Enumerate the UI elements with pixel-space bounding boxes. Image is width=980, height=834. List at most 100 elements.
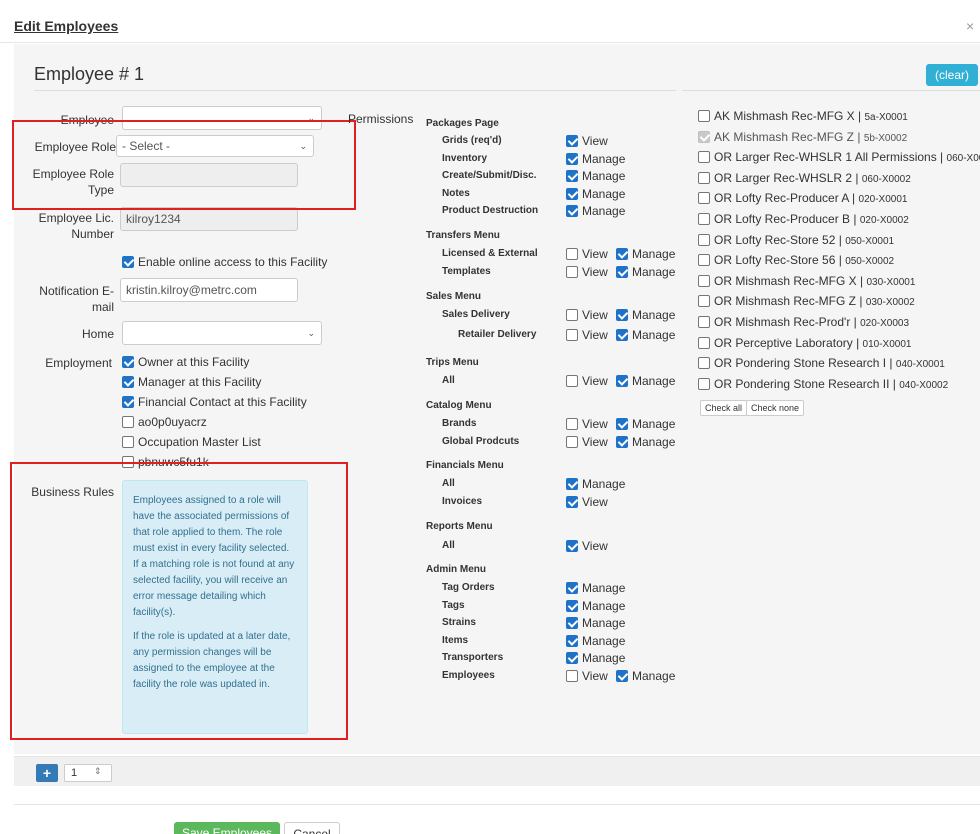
view-checkbox[interactable] [566,496,578,508]
employee-lic-label: Employee Lic. Number [38,211,114,241]
permission-item-label: Brands [442,418,477,429]
manage-checkbox[interactable] [616,248,628,260]
facility-name: OR Mishmash Rec-MFG X | [714,274,864,288]
manage-checkbox[interactable] [566,617,578,629]
highlight-box [12,120,356,210]
facility-checkbox[interactable] [698,337,710,349]
permission-item-label: Product Destruction [442,205,539,216]
manage-checkbox[interactable] [566,205,578,217]
view-checkbox[interactable] [566,418,578,430]
facility-checkbox[interactable] [698,378,710,390]
facility-checkbox[interactable] [698,213,710,225]
manage-checkbox[interactable] [616,670,628,682]
divider [34,90,676,91]
employment-option-label: Manager at this Facility [138,375,262,389]
manage-label: Manage [582,477,626,491]
view-checkbox[interactable] [566,670,578,682]
manage-label: Manage [632,417,676,431]
view-checkbox[interactable] [566,309,578,321]
facility-code: 5a-X0001 [864,112,908,123]
manage-checkbox[interactable] [566,478,578,490]
cancel-button[interactable]: Cancel [284,822,340,834]
manage-checkbox[interactable] [616,418,628,430]
view-checkbox[interactable] [566,436,578,448]
facility-checkbox[interactable] [698,110,710,122]
facility-checkbox[interactable] [698,172,710,184]
facility-checkbox [698,131,710,143]
facility-checkbox[interactable] [698,151,710,163]
facility-checkbox[interactable] [698,295,710,307]
view-label: View [582,247,608,261]
check-all-button[interactable]: Check all [700,400,748,416]
employment-option-label: Owner at this Facility [138,355,250,369]
permission-item-label: Retailer Delivery [458,329,537,340]
facility-label: OR Pondering Stone Research I | 040-X000… [714,356,945,372]
facility-checkbox[interactable] [698,254,710,266]
home-select[interactable]: ⌄ [122,321,322,345]
add-employee-button[interactable]: + [36,764,58,782]
manage-checkbox[interactable] [566,188,578,200]
clear-button[interactable]: (clear) [926,64,978,86]
stepper-icon[interactable]: ⇕ [94,766,102,777]
employee-count-input[interactable]: 1 [64,764,112,782]
facility-code: 040-X0002 [899,380,949,391]
view-checkbox[interactable] [566,135,578,147]
manage-checkbox[interactable] [616,375,628,387]
notification-email-input[interactable]: kristin.kilroy@metrc.com [120,278,298,302]
view-checkbox[interactable] [566,375,578,387]
facility-name: AK Mishmash Rec-MFG Z | [714,130,861,144]
employee-count-value: 1 [71,767,78,779]
view-checkbox[interactable] [566,248,578,260]
facility-name: OR Mishmash Rec-Prod'r | [714,315,857,329]
facility-checkbox[interactable] [698,357,710,369]
employment-option-label: ao0p0uyacrz [138,415,207,429]
view-checkbox[interactable] [566,540,578,552]
check-none-button[interactable]: Check none [746,400,805,416]
manage-label: Manage [582,599,626,613]
manage-checkbox[interactable] [566,635,578,647]
close-icon[interactable]: × [966,18,974,34]
facility-label: OR Lofty Rec-Producer B | 020-X0002 [714,212,909,228]
facility-code: 060-X0002 [861,174,911,185]
employment-checkbox[interactable] [122,416,134,428]
online-access-checkbox[interactable] [122,256,134,268]
manage-checkbox[interactable] [566,582,578,594]
employee-lic-value: kilroy1234 [126,212,181,226]
employment-checkbox[interactable] [122,436,134,448]
manage-checkbox[interactable] [566,600,578,612]
facility-checkbox[interactable] [698,234,710,246]
view-checkbox[interactable] [566,329,578,341]
facility-label: OR Mishmash Rec-MFG Z | 030-X0002 [714,294,915,310]
facility-name: OR Larger Rec-WHSLR 1 All Permissions | [714,150,944,164]
permission-section-heading: Financials Menu [426,460,504,471]
facility-checkbox[interactable] [698,192,710,204]
facility-checkbox[interactable] [698,275,710,287]
view-label: View [582,328,608,342]
facility-label: OR Lofty Rec-Producer A | 020-X0001 [714,191,907,207]
save-employees-button[interactable]: Save Employees [174,822,280,834]
facility-name: OR Lofty Rec-Store 56 | [714,253,842,267]
manage-checkbox[interactable] [566,153,578,165]
chevron-down-icon: ⌄ [307,328,315,338]
view-label: View [582,417,608,431]
facility-label: OR Mishmash Rec-Prod'r | 020-X0003 [714,315,909,331]
divider [14,804,980,805]
facility-label: OR Mishmash Rec-MFG X | 030-X0001 [714,274,915,290]
facility-code: 040-X0001 [895,359,945,370]
manage-checkbox[interactable] [616,329,628,341]
permission-item-label: All [442,375,455,386]
manage-checkbox[interactable] [616,266,628,278]
permission-section-heading: Trips Menu [426,357,479,368]
employment-checkbox[interactable] [122,396,134,408]
facility-checkbox[interactable] [698,316,710,328]
view-checkbox[interactable] [566,266,578,278]
manage-checkbox[interactable] [566,652,578,664]
manage-checkbox[interactable] [616,309,628,321]
manage-label: Manage [582,169,626,183]
facility-code: 010-X0001 [862,339,912,350]
employment-checkbox[interactable] [122,376,134,388]
manage-checkbox[interactable] [616,436,628,448]
employment-checkbox[interactable] [122,356,134,368]
manage-checkbox[interactable] [566,170,578,182]
facility-code: 050-X0002 [845,256,895,267]
